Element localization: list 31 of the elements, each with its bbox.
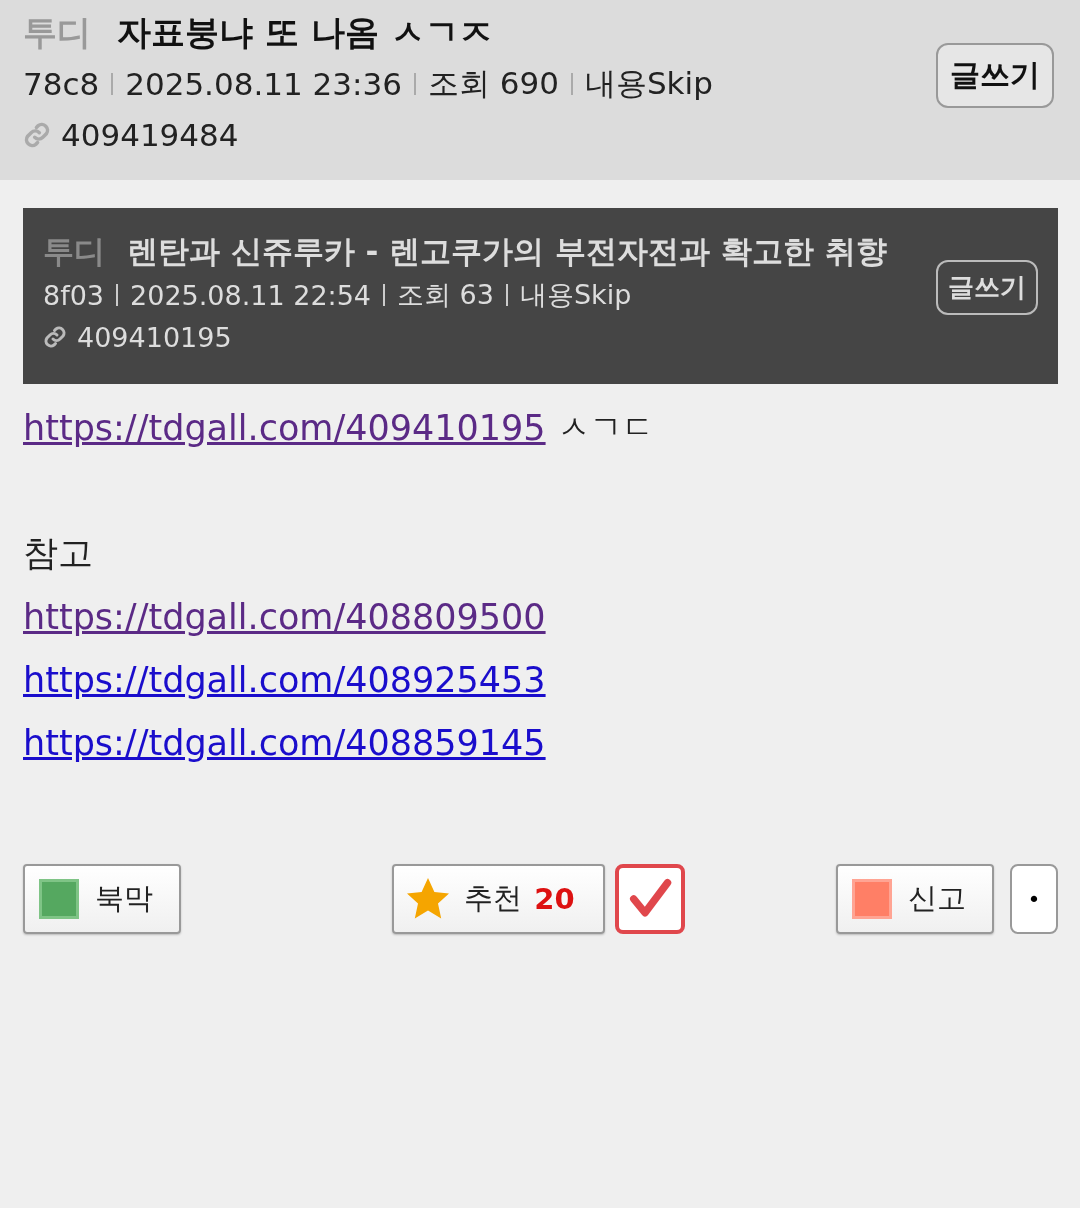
post-link[interactable]: https://tdgall.com/408925453	[23, 659, 546, 700]
post-meta: 내용Skip	[520, 278, 632, 312]
write-button[interactable]: 글쓰기	[936, 43, 1054, 108]
gallery-name: 투디	[43, 232, 105, 271]
post-meta: 8f03	[43, 279, 105, 311]
post-title: 자표붕냐 또 나옴 ㅅㄱㅈ	[117, 11, 493, 54]
recommend-button[interactable]: 추천 20	[392, 864, 605, 934]
square-icon	[852, 879, 892, 919]
post-meta: 조회 63	[397, 278, 494, 312]
link-icon	[23, 121, 51, 149]
post-meta: 2025.08.11 22:54	[130, 279, 372, 311]
write-button[interactable]: 글쓰기	[936, 260, 1038, 315]
post-meta: 조회 690	[427, 64, 559, 103]
body-text: ㅅㄱㄷ	[557, 406, 654, 448]
post-title: 렌탄과 신쥬루카 - 렌고쿠가의 부전자전과 확고한 취향	[127, 232, 887, 271]
report-button[interactable]: 신고	[836, 864, 994, 934]
post-number: 409410195	[77, 321, 232, 353]
more-button[interactable]: •	[1010, 864, 1058, 934]
post-link[interactable]: https://tdgall.com/408859145	[23, 722, 546, 763]
square-icon	[39, 879, 79, 919]
post-meta: 78c8	[23, 66, 100, 102]
check-button[interactable]	[614, 864, 685, 934]
link-icon	[43, 325, 67, 349]
post-link[interactable]: https://tdgall.com/408809500	[23, 596, 546, 637]
post-meta: 2025.08.11 23:36	[125, 66, 402, 102]
bookmark-button[interactable]: 북막	[23, 864, 181, 934]
post-meta: 내용Skip	[584, 64, 713, 103]
gallery-name: 투디	[23, 11, 91, 54]
post-link[interactable]: https://tdgall.com/409410195	[23, 407, 546, 448]
body-text: 참고	[23, 532, 93, 575]
post-number: 409419484	[61, 117, 239, 153]
